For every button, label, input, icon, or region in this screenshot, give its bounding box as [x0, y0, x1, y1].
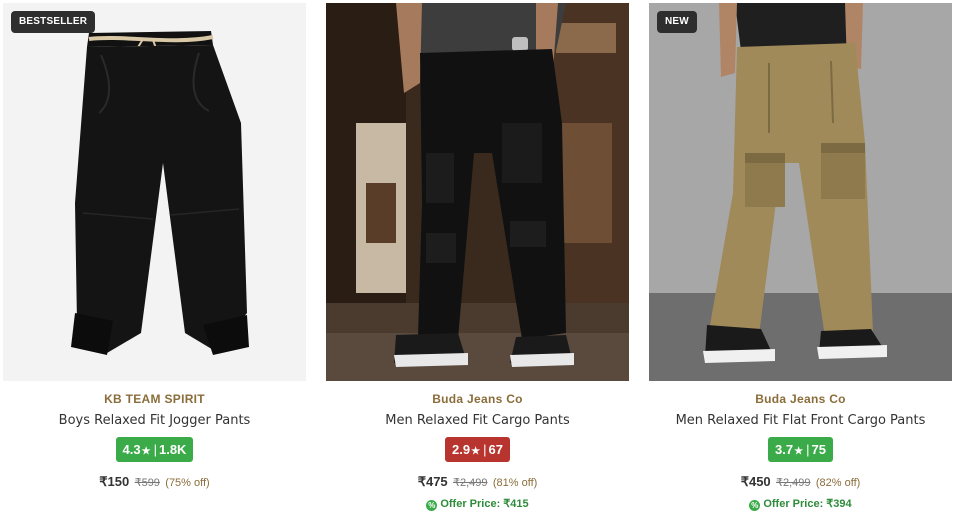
rating-badge: 3.7★ | 75 [768, 437, 833, 462]
product-image[interactable]: NEW [649, 3, 952, 381]
mrp-price: ₹599 [134, 477, 160, 489]
price-row: ₹150 ₹599 (75% off) [3, 474, 306, 490]
brand-name[interactable]: Buda Jeans Co [326, 392, 629, 406]
selling-price: ₹150 [99, 474, 130, 489]
bestseller-badge: BESTSELLER [11, 11, 96, 33]
price-row: ₹475 ₹2,499 (81% off) [326, 474, 629, 490]
product-image[interactable] [326, 3, 629, 381]
rating-badge: 4.3★ | 1.8K [115, 437, 194, 462]
price-row: ₹450 ₹2,499 (82% off) [649, 474, 952, 490]
product-title[interactable]: Boys Relaxed Fit Jogger Pants [3, 413, 306, 428]
percent-tag-icon: % [749, 500, 761, 511]
rating-value: 4.3 [122, 442, 141, 457]
discount-percent: (82% off) [815, 477, 861, 489]
rating-value: 2.9 [452, 442, 471, 457]
review-count: 67 [488, 442, 503, 457]
mrp-price: ₹2,499 [453, 477, 488, 489]
product-image[interactable]: BESTSELLER [3, 3, 306, 381]
product-title[interactable]: Men Relaxed Fit Cargo Pants [326, 413, 629, 428]
offer-price: Offer Price: ₹415 [440, 498, 529, 510]
brand-name[interactable]: KB TEAM SPIRIT [3, 392, 306, 406]
review-count: 1.8K [158, 442, 187, 457]
star-icon: ★ [794, 446, 804, 457]
offer-price-row: % Offer Price: ₹415 [326, 497, 629, 511]
product-card[interactable]: BESTSELLER KB TEAM SPIRIT Boys Relaxed F… [3, 3, 306, 528]
product-card[interactable]: NEW Buda Jeans Co Men Relaxed Fit Flat F… [649, 3, 952, 528]
percent-tag-icon: % [426, 500, 438, 511]
star-icon: ★ [471, 446, 481, 457]
rating-badge: 2.9★ | 67 [445, 437, 510, 462]
product-card[interactable]: Buda Jeans Co Men Relaxed Fit Cargo Pant… [326, 3, 629, 528]
rating-value: 3.7 [775, 442, 794, 457]
discount-percent: (81% off) [492, 477, 538, 489]
selling-price: ₹450 [740, 474, 771, 489]
mrp-price: ₹2,499 [776, 477, 811, 489]
new-badge: NEW [657, 11, 697, 33]
selling-price: ₹475 [417, 474, 448, 489]
discount-percent: (75% off) [165, 477, 210, 489]
offer-price-row: % Offer Price: ₹394 [649, 497, 952, 511]
product-grid: BESTSELLER KB TEAM SPIRIT Boys Relaxed F… [3, 3, 952, 528]
star-icon: ★ [141, 446, 151, 457]
product-title[interactable]: Men Relaxed Fit Flat Front Cargo Pants [649, 413, 952, 428]
brand-name[interactable]: Buda Jeans Co [649, 392, 952, 406]
offer-price: Offer Price: ₹394 [763, 498, 852, 510]
review-count: 75 [811, 442, 826, 457]
